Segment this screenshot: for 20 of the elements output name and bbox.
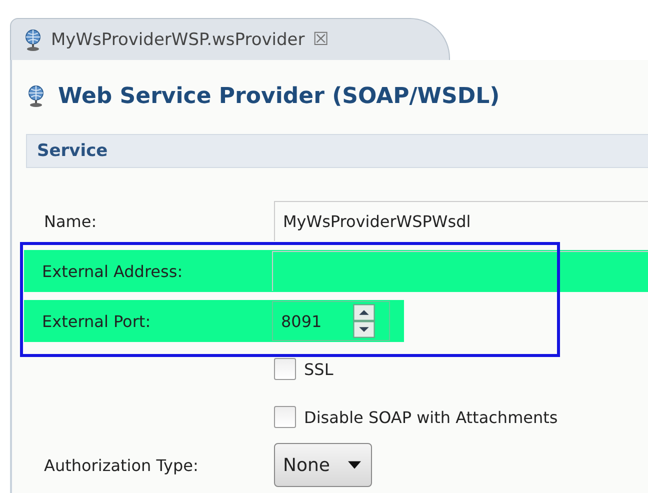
editor-tab[interactable]: MyWsProviderWSP.wsProvider ☒ <box>10 18 450 60</box>
port-spinner[interactable]: 8091 <box>272 301 390 341</box>
text-field[interactable] <box>272 251 648 291</box>
page-title: Web Service Provider (SOAP/WSDL) <box>58 84 500 108</box>
field-label: External Port: <box>41 312 152 330</box>
field-label: Name: <box>43 212 98 230</box>
globe-icon <box>26 84 46 108</box>
globe-icon <box>23 28 43 52</box>
section-header[interactable]: Service <box>26 134 648 168</box>
spinner-arrows-icon[interactable] <box>353 304 375 338</box>
checkbox-label: SSL <box>304 360 334 378</box>
checkbox[interactable] <box>274 406 296 428</box>
checkbox-label: Disable SOAP with Attachments <box>304 408 558 426</box>
field-label: External Address: <box>41 262 184 280</box>
caret-icon <box>348 461 361 469</box>
close-button[interactable]: ☒ <box>312 29 329 50</box>
dropdown[interactable]: None <box>274 443 372 487</box>
text-field[interactable]: MyWsProviderWSPWsdl <box>274 201 648 241</box>
field-label: Authorization Type: <box>43 456 200 474</box>
checkbox[interactable] <box>274 358 296 380</box>
